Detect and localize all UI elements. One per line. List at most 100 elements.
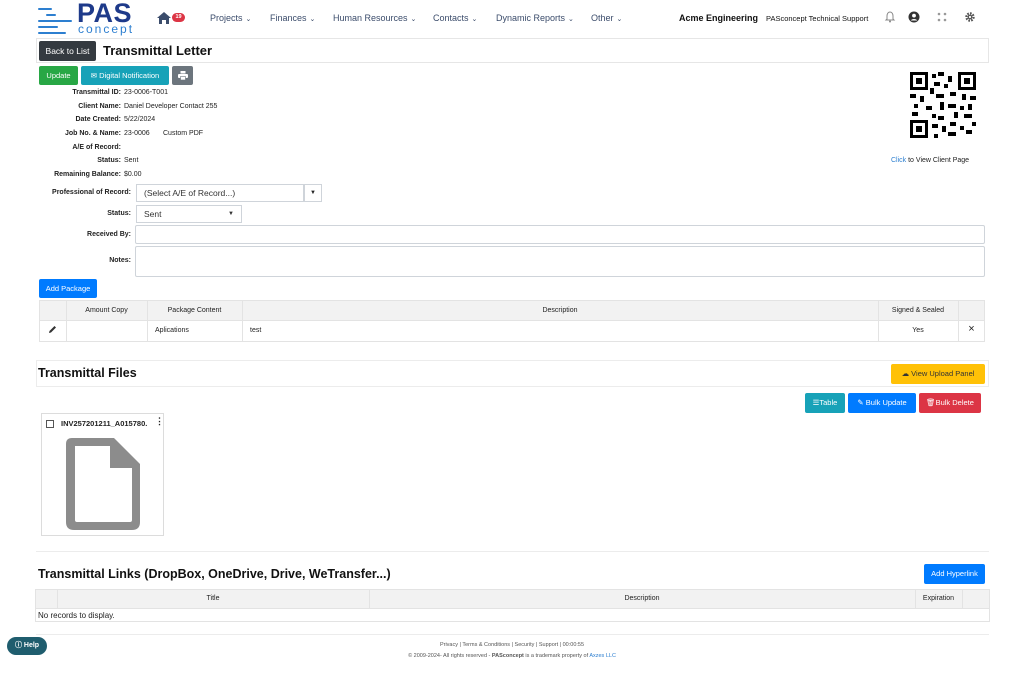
chevron-down-icon: ⌄	[245, 16, 252, 23]
transmittal-id-value: 23-0006-T001	[124, 89, 168, 96]
add-package-button[interactable]: Add Package	[39, 279, 97, 298]
user-circle-icon[interactable]	[908, 11, 920, 23]
print-button[interactable]	[172, 66, 193, 85]
file-name[interactable]: INV257201211_A015780.	[61, 419, 147, 428]
column-divider	[958, 300, 959, 342]
job-name-value: Custom PDF	[163, 130, 204, 137]
nav-contacts[interactable]: Contacts ⌄	[433, 13, 477, 23]
date-created-value: 5/22/2024	[124, 116, 156, 123]
copyright-text: © 2009-2024- All rights reserved -	[408, 653, 492, 659]
footer-divider	[36, 634, 989, 635]
digital-notification-button[interactable]: ✉ Digital Notification	[81, 66, 169, 85]
chevron-down-icon: ⌄	[410, 16, 417, 23]
bulk-update-button[interactable]: ✎ Bulk Update	[848, 393, 916, 413]
client-page-text: to View Client Page	[906, 157, 970, 164]
header-signed-sealed[interactable]: Signed & Sealed	[878, 307, 958, 314]
gear-icon[interactable]	[964, 11, 976, 23]
add-hyperlink-button[interactable]: Add Hyperlink	[924, 564, 985, 584]
logo-lines-icon[interactable]	[38, 6, 72, 34]
cell-package-content: Aplications	[155, 327, 189, 334]
technical-support-link[interactable]: PASconcept Technical Support	[766, 14, 868, 23]
trash-icon: 🗑	[926, 398, 936, 407]
files-section-title: Transmittal Files	[38, 366, 137, 380]
remaining-balance-value: $0.00	[124, 171, 142, 178]
nav-dynamic-reports-label: Dynamic Reports	[496, 13, 566, 23]
envelope-icon: ✉	[90, 71, 98, 80]
files-section-bar	[36, 360, 989, 387]
help-label: Help	[23, 642, 40, 649]
section-divider	[36, 551, 989, 552]
nav-finances[interactable]: Finances ⌄	[270, 13, 315, 23]
status-label: Status:	[97, 157, 121, 164]
chevron-down-icon: ⌄	[616, 16, 623, 23]
nav-projects[interactable]: Projects ⌄	[210, 13, 251, 23]
update-button[interactable]: Update	[39, 66, 78, 85]
remaining-balance-label: Remaining Balance:	[54, 171, 121, 178]
nav-contacts-label: Contacts	[433, 13, 469, 23]
top-navbar: PAS concept 19 Projects ⌄ Finances ⌄ Human…	[0, 0, 1024, 37]
caret-down-icon: ▼	[228, 211, 234, 217]
transmittal-id-label: Transmittal ID:	[72, 89, 121, 96]
company-name[interactable]: Acme Engineering	[679, 13, 758, 23]
column-divider	[962, 589, 963, 608]
notification-badge: 19	[172, 13, 185, 22]
header-links-description[interactable]: Description	[369, 595, 915, 602]
nav-human-resources-label: Human Resources	[333, 13, 408, 23]
bulk-delete-button[interactable]: 🗑Bulk Delete	[919, 393, 981, 413]
pencil-icon: ✎	[857, 398, 864, 407]
professional-of-record-label: Professional of Record:	[52, 189, 131, 196]
form-status-label: Status:	[107, 210, 131, 217]
professional-dropdown-button[interactable]: ▼	[304, 184, 322, 202]
bell-icon[interactable]	[884, 11, 896, 23]
nav-other-label: Other	[591, 13, 614, 23]
cloud-upload-icon: ☁	[901, 369, 910, 378]
nav-other[interactable]: Other ⌄	[591, 13, 622, 23]
apps-grid-icon[interactable]	[936, 11, 948, 23]
client-page-link[interactable]: Click	[891, 157, 906, 164]
home-icon	[157, 12, 171, 24]
status-select[interactable]: Sent ▼	[136, 205, 242, 223]
pencil-icon[interactable]	[48, 325, 57, 334]
document-file-icon	[66, 438, 140, 530]
brand-name: PASconcept	[491, 653, 524, 659]
delete-row-icon[interactable]: ×	[958, 323, 985, 335]
help-circle-icon: ⓘ	[14, 642, 22, 649]
row-divider	[35, 608, 990, 609]
client-name-value: Daniel Developer Contact 255	[124, 103, 218, 110]
axzes-link[interactable]: Axzes LLC	[589, 653, 616, 659]
cell-signed-sealed: Yes	[912, 327, 924, 334]
home-button[interactable]: 19	[157, 10, 187, 26]
header-title[interactable]: Title	[57, 595, 369, 602]
qr-code-image	[910, 72, 976, 138]
notes-textarea[interactable]	[135, 246, 985, 277]
file-checkbox[interactable]	[46, 420, 54, 428]
nav-finances-label: Finances	[270, 13, 307, 23]
header-expiration[interactable]: Expiration	[915, 595, 962, 602]
table-view-label: Table	[819, 398, 838, 407]
logo-subtext[interactable]: concept	[78, 22, 134, 36]
view-upload-panel-label: View Upload Panel	[911, 369, 975, 378]
back-to-list-button[interactable]: Back to List	[39, 41, 96, 61]
nav-human-resources[interactable]: Human Resources ⌄	[333, 13, 416, 23]
help-button[interactable]: ⓘ Help	[7, 637, 47, 655]
header-amount-copy[interactable]: Amount Copy	[66, 307, 147, 314]
received-by-input[interactable]	[135, 225, 985, 244]
nav-dynamic-reports[interactable]: Dynamic Reports ⌄	[496, 13, 574, 23]
digital-notification-label: Digital Notification	[99, 71, 160, 80]
header-description[interactable]: Description	[242, 307, 878, 314]
received-by-label: Received By:	[87, 231, 131, 238]
view-upload-panel-button[interactable]: ☁ View Upload Panel	[891, 364, 985, 384]
professional-of-record-select[interactable]: (Select A/E of Record...)	[136, 184, 304, 202]
job-number-value: 23-0006	[124, 130, 150, 137]
bulk-update-label: Bulk Update	[865, 398, 907, 407]
links-section-title: Transmittal Links (DropBox, OneDrive, Dr…	[38, 567, 391, 581]
status-select-value: Sent	[144, 209, 162, 219]
ae-of-record-label: A/E of Record:	[72, 144, 121, 151]
header-package-content[interactable]: Package Content	[147, 307, 242, 314]
chevron-down-icon: ⌄	[309, 16, 316, 23]
footer-links[interactable]: Privacy | Terms & Conditions | Security …	[0, 642, 1024, 648]
footer-copyright: © 2009-2024- All rights reserved - PASco…	[0, 653, 1024, 659]
nav-projects-label: Projects	[210, 13, 243, 23]
more-options-icon[interactable]: ⋮	[155, 416, 164, 427]
table-view-button[interactable]: ☰Table	[805, 393, 845, 413]
